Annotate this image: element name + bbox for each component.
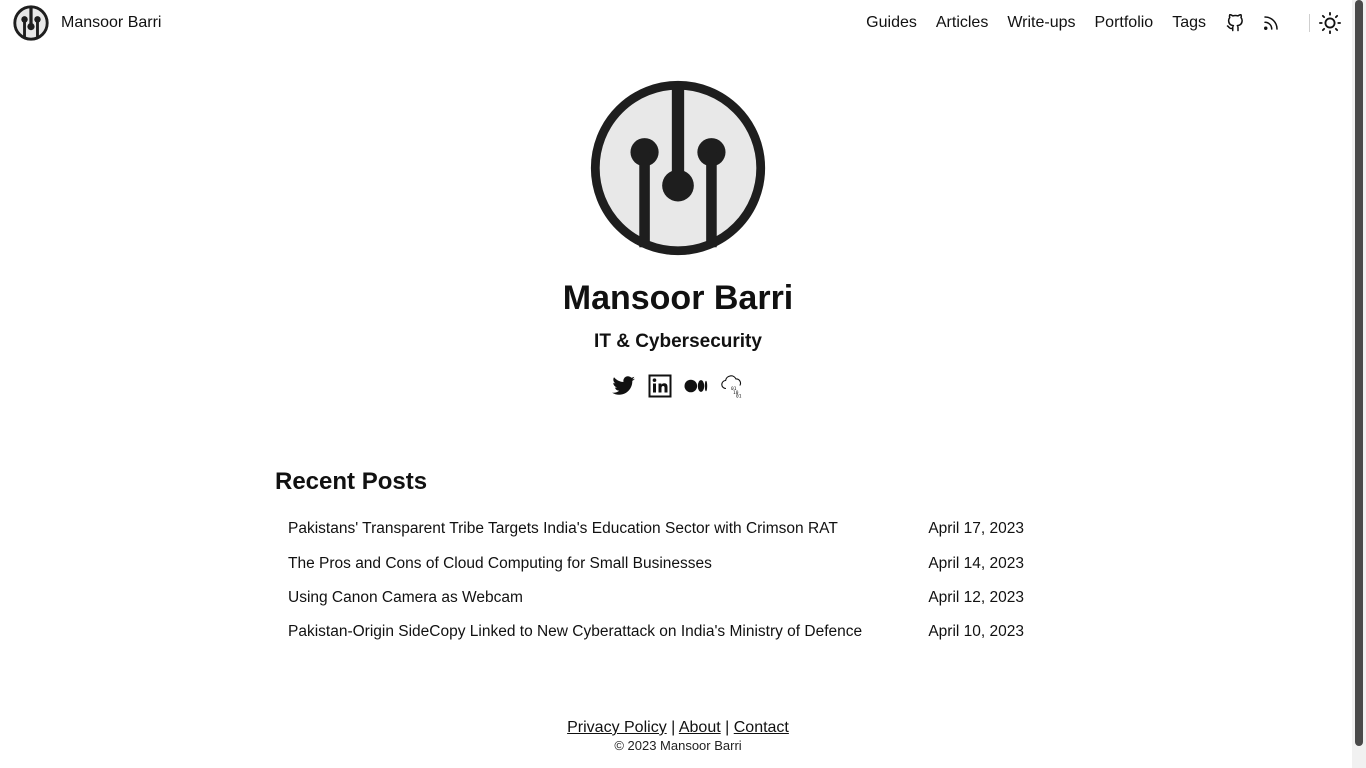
site-header: Mansoor Barri Guides Articles Write-ups … [0,0,1352,46]
sun-icon[interactable] [1318,11,1342,35]
medium-icon[interactable] [684,374,708,398]
brand-name: Mansoor Barri [61,14,162,31]
nav-link-portfolio[interactable]: Portfolio [1095,14,1154,32]
post-link[interactable]: Pakistan-Origin SideCopy Linked to New C… [288,623,862,641]
recent-posts-section: Recent Posts Pakistans' Transparent Trib… [275,466,1035,650]
nav-link-tags[interactable]: Tags [1172,14,1206,32]
post-date: April 10, 2023 [928,623,1024,641]
recent-posts-heading: Recent Posts [275,468,428,495]
site-logo-icon [13,5,49,41]
post-date: April 14, 2023 [928,554,1024,572]
site-footer: Privacy Policy | About | Contact © 2023 … [0,717,1356,753]
copyright-text: © 2023 Mansoor Barri [614,738,742,753]
page-scrollbar[interactable] [1352,0,1366,768]
nav-link-write-ups[interactable]: Write-ups [1007,14,1075,32]
about-link[interactable]: About [679,719,721,736]
brand-link[interactable]: Mansoor Barri [13,5,161,41]
cloud-binary-icon[interactable]: 01 10 01 [720,374,744,398]
post-link[interactable]: Pakistans' Transparent Tribe Targets Ind… [288,520,838,538]
avatar [590,80,766,256]
footer-separator: | [671,719,676,736]
post-link[interactable]: Using Canon Camera as Webcam [288,589,523,607]
nav-link-articles[interactable]: Articles [936,14,988,32]
scrollbar-thumb[interactable] [1355,0,1363,746]
privacy-policy-link[interactable]: Privacy Policy [567,719,667,736]
list-item: The Pros and Cons of Cloud Computing for… [275,546,1035,580]
contact-link[interactable]: Contact [734,719,789,736]
linkedin-icon[interactable] [648,374,672,398]
profile-subtitle: IT & Cybersecurity [594,331,762,352]
post-date: April 12, 2023 [928,588,1024,606]
post-link[interactable]: The Pros and Cons of Cloud Computing for… [288,555,712,573]
profile-section: Mansoor Barri IT & Cybersecurity 01 10 0… [0,80,1356,398]
svg-text:01: 01 [736,394,742,399]
list-item: Pakistan-Origin SideCopy Linked to New C… [275,615,1035,649]
nav-link-guides[interactable]: Guides [866,14,917,32]
post-date: April 17, 2023 [928,520,1024,538]
twitter-icon[interactable] [612,374,636,398]
github-icon[interactable] [1225,13,1245,33]
rss-icon[interactable] [1261,13,1281,33]
social-links: 01 10 01 [612,374,744,398]
footer-separator: | [725,719,730,736]
main-nav: Guides Articles Write-ups Portfolio Tags [866,0,1352,46]
profile-name: Mansoor Barri [562,279,794,317]
list-item: Pakistans' Transparent Tribe Targets Ind… [275,512,1035,546]
post-list: Pakistans' Transparent Tribe Targets Ind… [275,512,1035,650]
list-item: Using Canon Camera as Webcam April 12, 2… [275,581,1035,615]
nav-divider [1309,14,1310,32]
footer-links: Privacy Policy | About | Contact [0,717,1356,739]
